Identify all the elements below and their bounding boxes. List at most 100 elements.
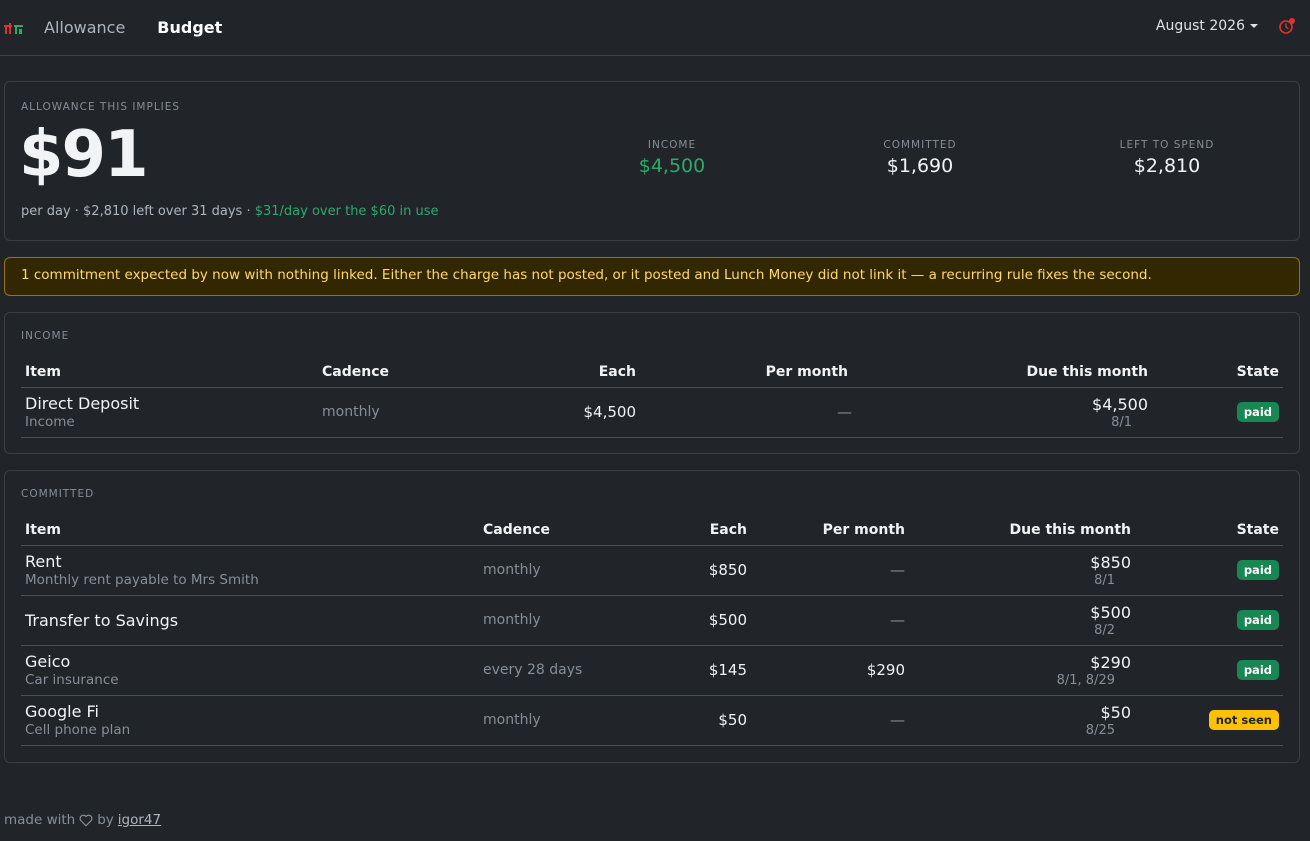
due-date: 8/1, 8/29 (1056, 672, 1115, 688)
per-month-value: — (890, 561, 905, 579)
per-month-value: — (890, 611, 905, 629)
each-cell: $50 (629, 695, 751, 746)
item-cell: Rent Monthly rent payable to Mrs Smith (21, 545, 479, 596)
per-month-cell: — (640, 387, 852, 438)
stat-income: INCOME $4,500 (582, 139, 762, 177)
state-cell: paid (1135, 595, 1283, 646)
due-amount: $500 (1090, 602, 1131, 622)
per-day-delta: $31/day over the $60 in use (254, 204, 439, 219)
footer-prefix: made with (4, 812, 76, 828)
col-due: Due this month (909, 515, 1135, 546)
col-each: Each (498, 357, 640, 388)
due-amount: $850 (1090, 552, 1131, 572)
due-cell: $850 8/1 (909, 545, 1135, 596)
per-day-line: per day · $2,810 left over 31 days · $31… (21, 204, 439, 219)
due-cell: $50 8/25 (909, 695, 1135, 746)
income-card: INCOME Item Cadence Each Per month Due t… (4, 312, 1300, 454)
app-logo-icon[interactable] (4, 18, 32, 38)
due-cell: $500 8/2 (909, 595, 1135, 646)
heart-icon (79, 814, 93, 827)
per-month-value: $290 (866, 661, 905, 679)
unlinked-commitment-alert: 1 commitment expected by now with nothin… (4, 257, 1300, 296)
per-month-cell: $290 (751, 645, 909, 696)
status-badge: paid (1236, 402, 1279, 422)
stat-income-label: INCOME (647, 139, 697, 151)
due-date: 8/1 (1094, 572, 1115, 588)
table-row[interactable]: Rent Monthly rent payable to Mrs Smith m… (21, 545, 1283, 596)
due-amount: $4,500 (1092, 394, 1148, 414)
status-badge: paid (1236, 560, 1279, 580)
due-amount: $50 (1100, 702, 1131, 722)
item-name: Google Fi (25, 702, 99, 721)
due-date: 8/2 (1094, 622, 1115, 638)
item-sub: Income (25, 414, 75, 430)
income-section-label: INCOME (21, 330, 70, 342)
each-cell: $500 (629, 595, 751, 646)
state-cell: paid (1152, 387, 1283, 438)
income-table: Item Cadence Each Per month Due this mon… (21, 357, 1283, 438)
col-cadence: Cadence (479, 515, 629, 546)
item-name: Direct Deposit (25, 394, 140, 413)
item-name: Rent (25, 552, 62, 571)
status-badge: paid (1236, 610, 1279, 630)
each-cell: $850 (629, 545, 751, 596)
due-amount: $290 (1090, 652, 1131, 672)
income-header-row: Item Cadence Each Per month Due this mon… (21, 357, 1283, 388)
committed-header-row: Item Cadence Each Per month Due this mon… (21, 515, 1283, 546)
stat-left-label: LEFT TO SPEND (1119, 139, 1215, 151)
nav-budget[interactable]: Budget (157, 18, 222, 37)
item-sub: Car insurance (25, 672, 119, 688)
item-cell: Geico Car insurance (21, 645, 479, 696)
col-cadence: Cadence (318, 357, 498, 388)
item-cell: Transfer to Savings (21, 595, 479, 646)
table-row[interactable]: Google Fi Cell phone plan monthly $50 — … (21, 695, 1283, 746)
col-due: Due this month (852, 357, 1152, 388)
author-link[interactable]: igor47 (118, 812, 161, 828)
col-item: Item (21, 357, 318, 388)
allowance-summary-card: ALLOWANCE THIS IMPLIES $91 per day · $2,… (4, 81, 1300, 241)
committed-table: Item Cadence Each Per month Due this mon… (21, 515, 1283, 746)
cadence-cell: every 28 days (479, 645, 629, 696)
item-sub: Cell phone plan (25, 722, 131, 738)
month-dropdown[interactable]: August 2026 (1156, 18, 1258, 34)
item-sub: Monthly rent payable to Mrs Smith (25, 572, 259, 588)
each-cell: $145 (629, 645, 751, 696)
footer-by: by (97, 812, 114, 828)
item-cell: Google Fi Cell phone plan (21, 695, 479, 746)
cadence-cell: monthly (479, 695, 629, 746)
allowance-label: ALLOWANCE THIS IMPLIES (21, 101, 181, 113)
status-badge: paid (1236, 660, 1279, 680)
navbar: Allowance Budget August 2026 (0, 0, 1310, 56)
per-month-value: — (890, 711, 905, 729)
stat-committed: COMMITTED $1,690 (830, 139, 1010, 177)
due-date: 8/1 (1111, 414, 1132, 430)
alarm-clock-icon[interactable] (1278, 17, 1296, 39)
footer: made with by igor47 (4, 812, 161, 828)
each-cell: $4,500 (498, 387, 640, 438)
per-day-text: per day · $2,810 left over 31 days · (21, 204, 255, 219)
due-date: 8/25 (1085, 722, 1115, 738)
table-row[interactable]: Transfer to Savings monthly $500 — $500 … (21, 595, 1283, 646)
committed-card: COMMITTED Item Cadence Each Per month Du… (4, 470, 1300, 763)
stat-committed-value: $1,690 (886, 155, 954, 177)
stat-left-to-spend: LEFT TO SPEND $2,810 (1077, 139, 1257, 177)
cadence-cell: monthly (318, 387, 498, 438)
due-cell: $290 8/1, 8/29 (909, 645, 1135, 696)
col-state: State (1152, 357, 1283, 388)
table-row[interactable]: Geico Car insurance every 28 days $145 $… (21, 645, 1283, 696)
col-state: State (1135, 515, 1283, 546)
state-cell: not seen (1135, 695, 1283, 746)
status-badge: not seen (1208, 710, 1279, 730)
col-per-month: Per month (640, 357, 852, 388)
nav-allowance[interactable]: Allowance (44, 18, 125, 37)
cadence-cell: monthly (479, 595, 629, 646)
col-item: Item (21, 515, 479, 546)
month-label: August 2026 (1155, 18, 1245, 34)
state-cell: paid (1135, 545, 1283, 596)
per-month-cell: — (751, 595, 909, 646)
item-name: Transfer to Savings (25, 610, 179, 630)
due-cell: $4,500 8/1 (852, 387, 1152, 438)
stat-left-value: $2,810 (1133, 155, 1201, 177)
per-month-cell: — (751, 545, 909, 596)
table-row[interactable]: Direct Deposit Income monthly $4,500 — $… (21, 387, 1283, 438)
